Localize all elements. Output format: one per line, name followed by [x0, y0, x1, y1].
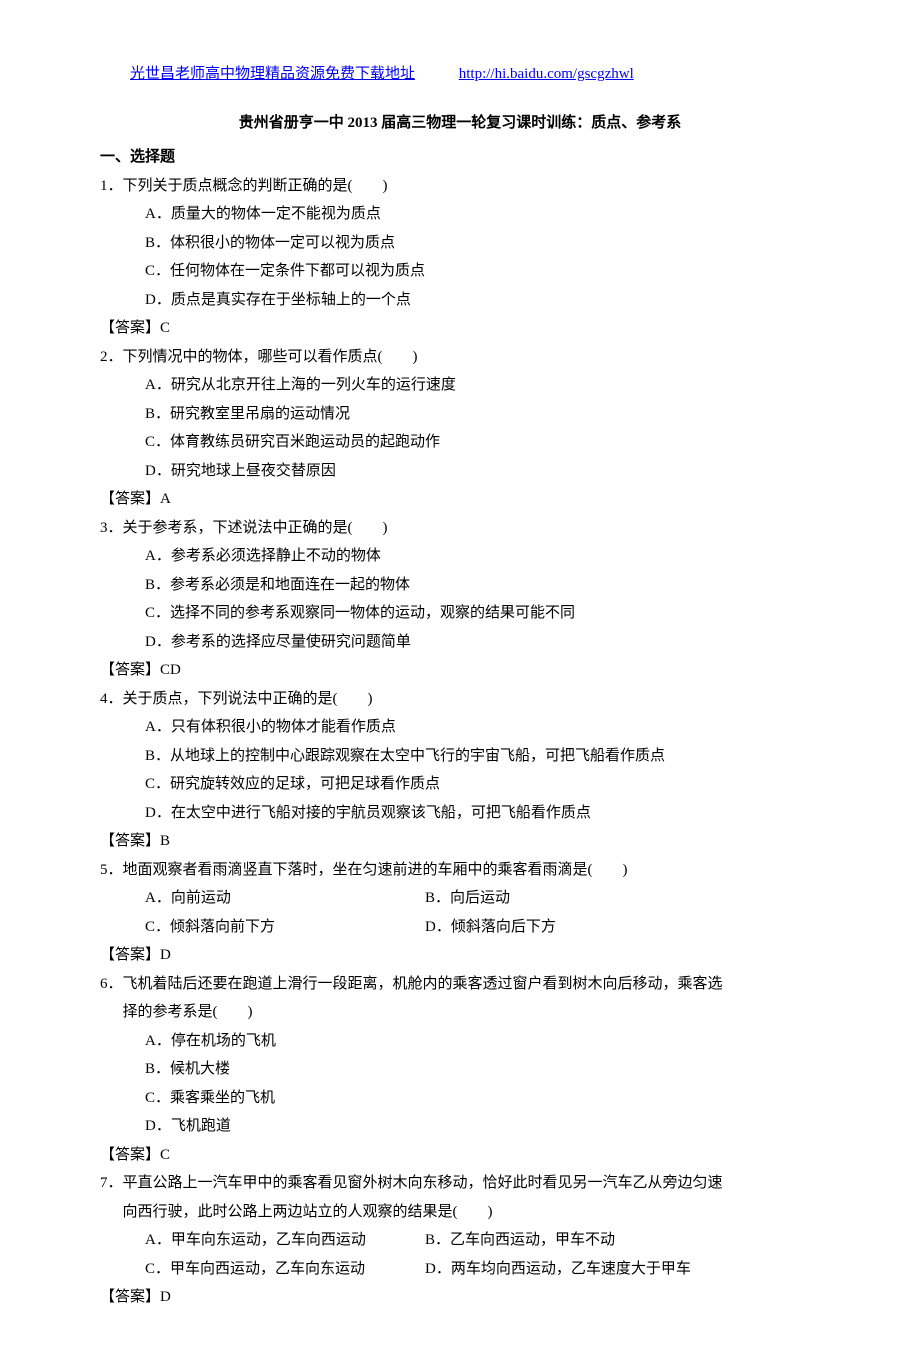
question-option: D．研究地球上昼夜交替原因 — [100, 457, 820, 486]
question-stem: 2．下列情况中的物体，哪些可以看作质点( ) — [100, 343, 820, 372]
question-answer: 【答案】D — [100, 1283, 820, 1312]
question-option: A．质量大的物体一定不能视为质点 — [100, 200, 820, 229]
question-option: D．在太空中进行飞船对接的宇航员观察该飞船，可把飞船看作质点 — [100, 799, 820, 828]
question-option: A．向前运动 — [145, 884, 425, 913]
question-option-row: A．甲车向东运动，乙车向西运动 B．乙车向西运动，甲车不动 — [100, 1226, 820, 1255]
question-option: D．两车均向西运动，乙车速度大于甲车 — [425, 1255, 691, 1284]
question-answer: 【答案】C — [100, 1141, 820, 1170]
question-answer: 【答案】CD — [100, 656, 820, 685]
document-page: 光世昌老师高中物理精品资源免费下载地址 http://hi.baidu.com/… — [0, 0, 920, 1362]
question-option-row: A．向前运动 B．向后运动 — [100, 884, 820, 913]
question-option: C．任何物体在一定条件下都可以视为质点 — [100, 257, 820, 286]
question-option: B．体积很小的物体一定可以视为质点 — [100, 229, 820, 258]
question-option: B．候机大楼 — [100, 1055, 820, 1084]
question-option: C．体育教练员研究百米跑运动员的起跑动作 — [100, 428, 820, 457]
question-option: A．只有体积很小的物体才能看作质点 — [100, 713, 820, 742]
question-answer: 【答案】B — [100, 827, 820, 856]
question-option: D．倾斜落向后下方 — [425, 913, 556, 942]
question-stem: 5．地面观察者看雨滴竖直下落时，坐在匀速前进的车厢中的乘客看雨滴是( ) — [100, 856, 820, 885]
question-stem: 1．下列关于质点概念的判断正确的是( ) — [100, 172, 820, 201]
question-option: B．向后运动 — [425, 884, 510, 913]
question-stem: 6．飞机着陆后还要在跑道上滑行一段距离，机舱内的乘客透过窗户看到树木向后移动，乘… — [100, 970, 820, 999]
question-answer: 【答案】C — [100, 314, 820, 343]
question-stem-continuation: 向西行驶，此时公路上两边站立的人观察的结果是( ) — [100, 1198, 820, 1227]
question-option: D．参考系的选择应尽量使研究问题简单 — [100, 628, 820, 657]
question-option: A．研究从北京开往上海的一列火车的运行速度 — [100, 371, 820, 400]
question-answer: 【答案】A — [100, 485, 820, 514]
resource-link[interactable]: 光世昌老师高中物理精品资源免费下载地址 — [130, 66, 415, 82]
question-option: C．倾斜落向前下方 — [145, 913, 425, 942]
question-answer: 【答案】D — [100, 941, 820, 970]
question-option: C．选择不同的参考系观察同一物体的运动，观察的结果可能不同 — [100, 599, 820, 628]
question-option: B．参考系必须是和地面连在一起的物体 — [100, 571, 820, 600]
document-title: 贵州省册亨一中 2013 届高三物理一轮复习课时训练：质点、参考系 — [100, 109, 820, 138]
question-option-row: C．甲车向西运动，乙车向东运动 D．两车均向西运动，乙车速度大于甲车 — [100, 1255, 820, 1284]
question-stem: 3．关于参考系，下述说法中正确的是( ) — [100, 514, 820, 543]
question-option: C．甲车向西运动，乙车向东运动 — [145, 1255, 425, 1284]
question-stem-continuation: 择的参考系是( ) — [100, 998, 820, 1027]
question-stem: 7．平直公路上一汽车甲中的乘客看见窗外树木向东移动，恰好此时看见另一汽车乙从旁边… — [100, 1169, 820, 1198]
question-option-row: C．倾斜落向前下方 D．倾斜落向后下方 — [100, 913, 820, 942]
page-header: 光世昌老师高中物理精品资源免费下载地址 http://hi.baidu.com/… — [100, 60, 820, 89]
question-option: A．停在机场的飞机 — [100, 1027, 820, 1056]
question-option: A．参考系必须选择静止不动的物体 — [100, 542, 820, 571]
section-heading: 一、选择题 — [100, 143, 820, 172]
question-option: D．质点是真实存在于坐标轴上的一个点 — [100, 286, 820, 315]
question-option: D．飞机跑道 — [100, 1112, 820, 1141]
question-option: B．研究教室里吊扇的运动情况 — [100, 400, 820, 429]
question-option: A．甲车向东运动，乙车向西运动 — [145, 1226, 425, 1255]
question-option: B．乙车向西运动，甲车不动 — [425, 1226, 615, 1255]
resource-url[interactable]: http://hi.baidu.com/gscgzhwl — [459, 66, 634, 82]
question-option: C．乘客乘坐的飞机 — [100, 1084, 820, 1113]
question-stem: 4．关于质点，下列说法中正确的是( ) — [100, 685, 820, 714]
question-option: C．研究旋转效应的足球，可把足球看作质点 — [100, 770, 820, 799]
question-option: B．从地球上的控制中心跟踪观察在太空中飞行的宇宙飞船，可把飞船看作质点 — [100, 742, 820, 771]
